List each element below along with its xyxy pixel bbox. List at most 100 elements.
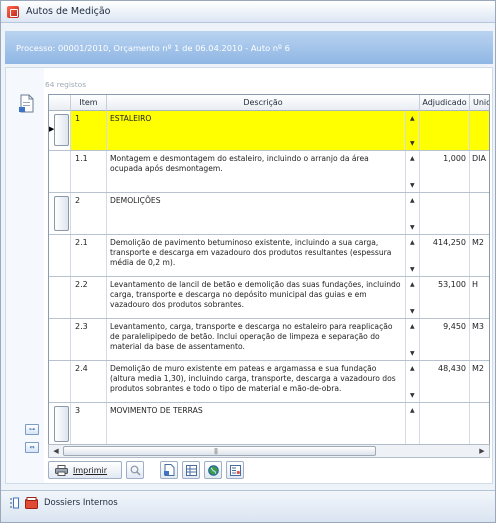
- adjudicado-cell[interactable]: 414,250: [420, 235, 470, 276]
- export-document-button[interactable]: [160, 461, 178, 479]
- row-selector[interactable]: [49, 193, 71, 234]
- scroll-down-icon[interactable]: ▼: [410, 308, 415, 315]
- unit-cell[interactable]: DIA: [470, 151, 489, 192]
- spin-control[interactable]: ▲: [406, 403, 420, 444]
- printer-icon: [55, 464, 68, 476]
- item-cell[interactable]: 1.1: [71, 151, 107, 192]
- title-bar[interactable]: Autos de Medição: [1, 1, 495, 23]
- app-window: Autos de Medição Processo: 00001/2010, O…: [0, 0, 496, 523]
- spin-control[interactable]: ▲ ▼: [406, 151, 420, 192]
- adjudicado-cell[interactable]: 53,100: [420, 277, 470, 318]
- description-cell[interactable]: DEMOLIÇÕES: [107, 193, 406, 234]
- item-cell[interactable]: 3: [71, 403, 107, 444]
- web-button[interactable]: [204, 461, 222, 479]
- scroll-down-icon[interactable]: ▼: [410, 182, 415, 189]
- document-icon[interactable]: [19, 94, 35, 113]
- print-button[interactable]: Imprimir: [48, 461, 122, 479]
- spin-control[interactable]: ▲ ▼: [406, 193, 420, 234]
- scroll-down-icon[interactable]: ▼: [410, 140, 415, 147]
- scroll-down-icon[interactable]: ▼: [410, 224, 415, 231]
- item-cell[interactable]: 2.3: [71, 319, 107, 360]
- row-selector[interactable]: [49, 235, 71, 276]
- scroll-right-icon[interactable]: ▶: [475, 445, 489, 457]
- spin-control[interactable]: ▲ ▼: [406, 319, 420, 360]
- description-cell[interactable]: Demolição de pavimento betuminoso existe…: [107, 235, 406, 276]
- scroll-up-icon[interactable]: ▲: [410, 239, 415, 246]
- adjudicado-cell[interactable]: 1,000: [420, 151, 470, 192]
- unit-cell[interactable]: M3: [470, 319, 489, 360]
- document-export-icon: [163, 464, 174, 476]
- description-cell[interactable]: Levantamento de lancil de betão e demoli…: [107, 277, 406, 318]
- table-row[interactable]: 2 DEMOLIÇÕES ▲ ▼: [49, 193, 489, 235]
- column-header-unit[interactable]: Unid: [470, 95, 489, 111]
- scroll-down-icon[interactable]: ▼: [410, 350, 415, 357]
- scroll-down-icon[interactable]: ▼: [410, 392, 415, 399]
- unit-cell[interactable]: M2: [470, 361, 489, 402]
- unit-cell[interactable]: [470, 403, 489, 444]
- horizontal-scrollbar[interactable]: ◀ ||| ▶: [48, 444, 490, 458]
- expand-group-button[interactable]: [54, 196, 69, 231]
- magnifier-icon: [130, 465, 141, 476]
- table-row[interactable]: 1.1 Montagem e desmontagem do estaleiro,…: [49, 151, 489, 193]
- row-selector[interactable]: [49, 277, 71, 318]
- description-cell[interactable]: Levantamento, carga, transporte e descar…: [107, 319, 406, 360]
- list-settings-button[interactable]: [226, 461, 244, 479]
- taskbar-item-label: Dossiers Internos: [44, 498, 118, 508]
- column-header-description[interactable]: Descrição: [107, 95, 420, 111]
- adjudicado-cell[interactable]: [420, 403, 470, 444]
- item-cell[interactable]: 2: [71, 193, 107, 234]
- row-selector[interactable]: [49, 403, 71, 444]
- scroll-up-icon[interactable]: ▲: [410, 407, 415, 414]
- adjudicado-cell[interactable]: [420, 193, 470, 234]
- scroll-up-icon[interactable]: ▲: [410, 197, 415, 204]
- unit-cell[interactable]: [470, 193, 489, 234]
- item-cell[interactable]: 2.4: [71, 361, 107, 402]
- adjudicado-cell[interactable]: [420, 111, 470, 150]
- process-info: Processo: 00001/2010, Orçamento nº 1 de …: [16, 42, 290, 53]
- table-row[interactable]: 3 MOVIMENTO DE TERRAS ▲: [49, 403, 489, 445]
- table-row[interactable]: 2.1 Demolição de pavimento betuminoso ex…: [49, 235, 489, 277]
- taskbar-item-dossiers[interactable]: Dossiers Internos: [9, 496, 118, 510]
- spin-control[interactable]: ▲ ▼: [406, 111, 420, 150]
- table-view-button[interactable]: [182, 461, 200, 479]
- adjudicado-cell[interactable]: 48,430: [420, 361, 470, 402]
- description-cell[interactable]: Demolição de muro existente em pateas e …: [107, 361, 406, 402]
- scroll-left-icon[interactable]: ◀: [49, 445, 63, 457]
- scroll-up-icon[interactable]: ▲: [410, 115, 415, 122]
- scroll-down-icon[interactable]: ▼: [410, 266, 415, 273]
- spin-control[interactable]: ▲ ▼: [406, 277, 420, 318]
- description-cell[interactable]: ESTALEIRO: [107, 111, 406, 150]
- table-row[interactable]: 2.4 Demolição de muro existente em patea…: [49, 361, 489, 403]
- row-selector[interactable]: ▶: [49, 111, 71, 150]
- table-row[interactable]: ▶ 1 ESTALEIRO ▲ ▼: [49, 111, 489, 151]
- spin-control[interactable]: ▲ ▼: [406, 235, 420, 276]
- description-cell[interactable]: Montagem e desmontagem do estaleiro, inc…: [107, 151, 406, 192]
- spin-control[interactable]: ▲ ▼: [406, 361, 420, 402]
- expand-rows-button[interactable]: ⇔: [25, 442, 39, 453]
- unit-cell[interactable]: M2: [470, 235, 489, 276]
- item-cell[interactable]: 2.2: [71, 277, 107, 318]
- unit-cell[interactable]: [470, 111, 489, 150]
- scroll-up-icon[interactable]: ▲: [410, 365, 415, 372]
- description-cell[interactable]: MOVIMENTO DE TERRAS: [107, 403, 406, 444]
- column-header-item[interactable]: Item: [71, 95, 107, 111]
- row-selector[interactable]: [49, 361, 71, 402]
- scroll-up-icon[interactable]: ▲: [410, 281, 415, 288]
- scroll-thumb[interactable]: |||: [63, 446, 376, 456]
- collapse-rows-button[interactable]: ⊶: [25, 424, 39, 435]
- row-selector[interactable]: [49, 319, 71, 360]
- expand-group-button[interactable]: [54, 406, 69, 442]
- table-row[interactable]: 2.2 Levantamento de lancil de betão e de…: [49, 277, 489, 319]
- table-row[interactable]: 2.3 Levantamento, carga, transporte e de…: [49, 319, 489, 361]
- column-header-adjudicado[interactable]: Adjudicado: [420, 95, 470, 111]
- adjudicado-cell[interactable]: 9,450: [420, 319, 470, 360]
- scroll-up-icon[interactable]: ▲: [410, 155, 415, 162]
- item-cell[interactable]: 2.1: [71, 235, 107, 276]
- item-cell[interactable]: 1: [71, 111, 107, 150]
- row-selector[interactable]: [49, 151, 71, 192]
- expand-group-button[interactable]: [54, 114, 69, 146]
- scroll-up-icon[interactable]: ▲: [410, 323, 415, 330]
- grip-handle-icon: [10, 497, 19, 509]
- search-button[interactable]: [126, 461, 144, 479]
- unit-cell[interactable]: H: [470, 277, 489, 318]
